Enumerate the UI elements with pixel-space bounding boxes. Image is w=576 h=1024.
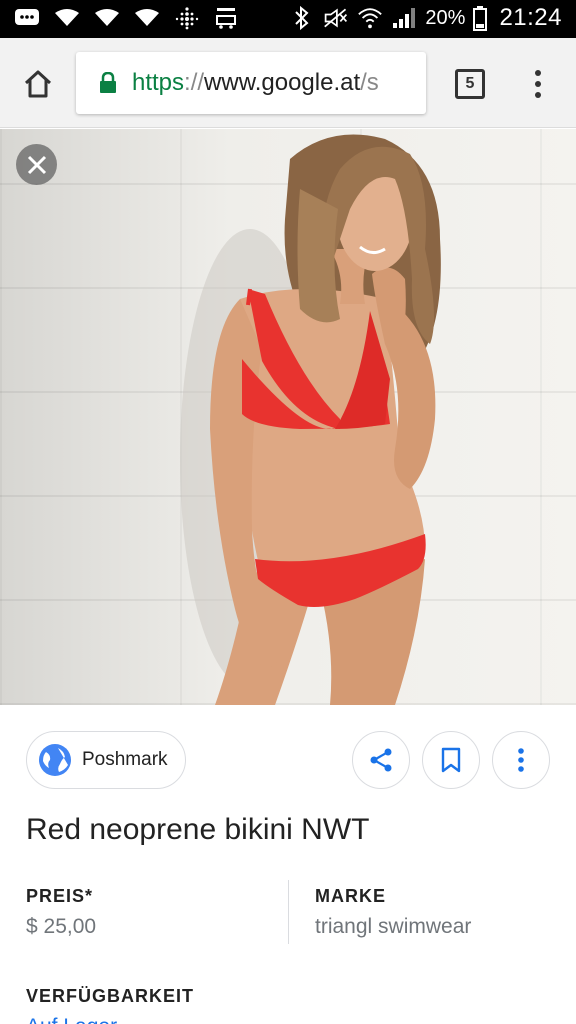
status-bar: 20% 21:24 bbox=[0, 0, 576, 38]
source-name: Poshmark bbox=[82, 749, 168, 770]
close-icon bbox=[27, 155, 46, 174]
result-details-panel: Poshmark Red neoprene bikini NWT PREIS* … bbox=[0, 705, 576, 1024]
home-icon bbox=[24, 70, 52, 98]
share-button[interactable] bbox=[352, 731, 410, 789]
share-icon bbox=[370, 748, 392, 772]
menu-dot bbox=[535, 81, 541, 87]
bookmark-icon bbox=[441, 747, 461, 773]
wifi-icon bbox=[134, 6, 160, 30]
address-bar[interactable]: https://www.google.at/s bbox=[76, 52, 426, 114]
battery-icon bbox=[473, 6, 488, 31]
more-vert-icon bbox=[518, 748, 524, 772]
product-title: Red neoprene bikini NWT bbox=[26, 813, 370, 846]
url-separator: :// bbox=[184, 69, 205, 96]
overflow-menu-button[interactable] bbox=[528, 66, 548, 102]
availability-value: Auf Lager bbox=[26, 1015, 117, 1024]
system-icons: 20% 21:24 bbox=[289, 4, 562, 32]
url-text: https://www.google.at/s bbox=[132, 69, 379, 97]
price-label: PREIS* bbox=[26, 886, 94, 906]
bluetooth-icon bbox=[289, 5, 315, 31]
signal-icon bbox=[391, 6, 417, 30]
more-options-button[interactable] bbox=[492, 731, 550, 789]
product-image[interactable] bbox=[0, 129, 576, 705]
url-host: www.google.at bbox=[204, 69, 361, 96]
notification-icons bbox=[14, 6, 240, 30]
price-value: $ 25,00 bbox=[26, 915, 97, 938]
amazon-cart-icon bbox=[214, 6, 240, 30]
lock-icon bbox=[100, 72, 116, 93]
fitbit-icon bbox=[174, 6, 200, 30]
wifi-icon bbox=[94, 6, 120, 30]
brand-value: triangl swimwear bbox=[315, 915, 472, 938]
menu-dot bbox=[535, 92, 541, 98]
message-icon bbox=[14, 6, 40, 30]
globe-icon bbox=[39, 744, 71, 776]
url-path: /s bbox=[360, 69, 379, 96]
battery-percent: 20% bbox=[425, 6, 466, 29]
mute-icon bbox=[323, 6, 349, 30]
browser-toolbar: https://www.google.at/s 5 bbox=[0, 38, 576, 128]
availability-label: VERFÜGBARKEIT bbox=[26, 986, 195, 1006]
source-chip[interactable]: Poshmark bbox=[26, 731, 186, 789]
wifi-icon bbox=[54, 6, 80, 30]
bikini-model-illustration bbox=[180, 134, 441, 705]
tab-switcher-button[interactable]: 5 bbox=[455, 69, 485, 99]
menu-dot bbox=[535, 70, 541, 76]
url-scheme: https bbox=[132, 69, 185, 96]
home-button[interactable] bbox=[18, 64, 58, 104]
brand-label: MARKE bbox=[315, 886, 386, 906]
clock: 21:24 bbox=[499, 4, 562, 31]
save-button[interactable] bbox=[422, 731, 480, 789]
column-divider bbox=[288, 880, 289, 944]
close-button[interactable] bbox=[16, 144, 57, 185]
wifi-call-icon bbox=[357, 6, 383, 30]
